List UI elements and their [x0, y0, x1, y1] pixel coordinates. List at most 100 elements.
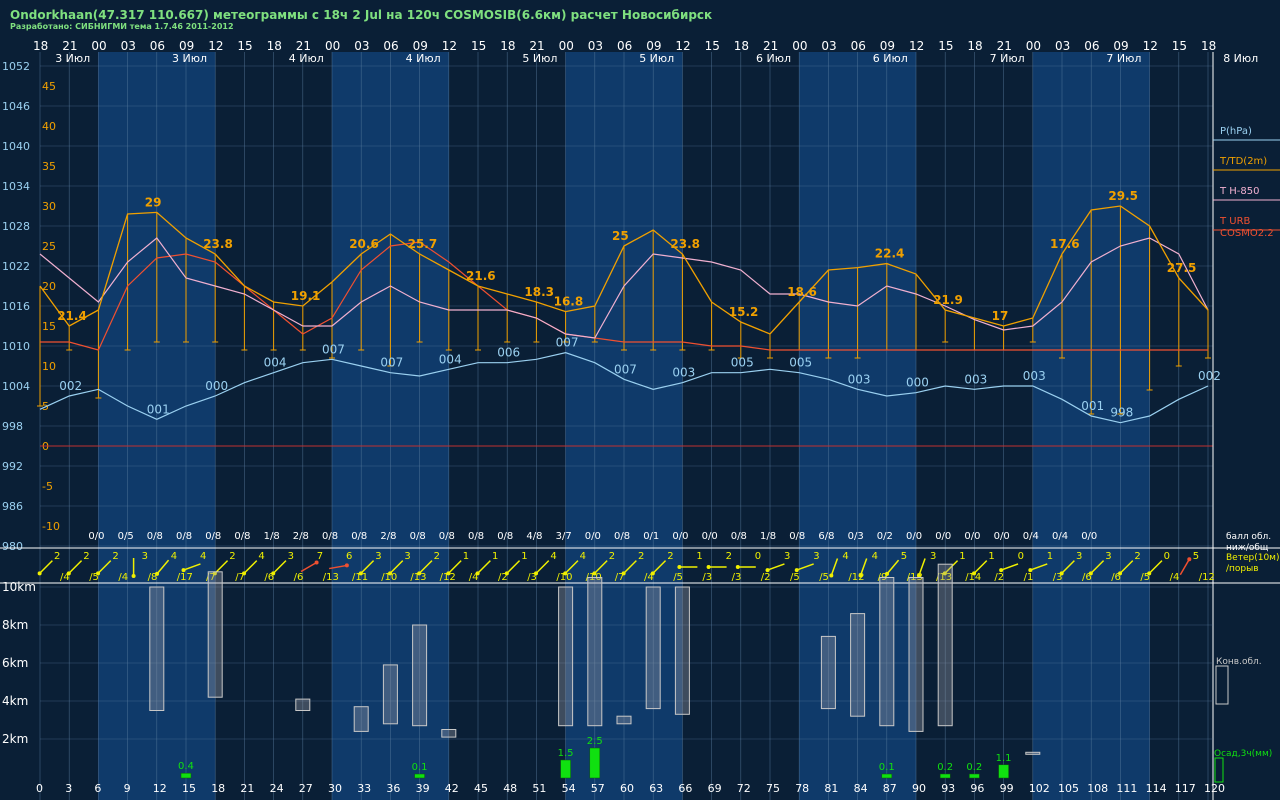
wind-speed-label: 3: [813, 551, 819, 562]
precip-bar: [414, 773, 425, 779]
precip-bar: [969, 773, 980, 779]
wind-arrow-head: [1118, 571, 1123, 576]
cloud-cover-label: 0/8: [234, 531, 250, 542]
precip-legend-swatch: [1214, 757, 1224, 783]
top-hour-label: 21: [529, 39, 544, 53]
legend-label: T URB: [1219, 216, 1251, 227]
pressure-tick-label: 1046: [2, 100, 30, 113]
pressure-tick-label: 1010: [2, 340, 30, 353]
wind-arrow-head: [706, 565, 711, 569]
wind-speed-label: 1: [988, 551, 994, 562]
top-hour-label: 00: [792, 39, 807, 53]
wind-speed-label: 2: [54, 551, 60, 562]
pressure-tick-label: 1040: [2, 140, 30, 153]
cloud-cover-label: 0/8: [497, 531, 513, 542]
convective-cloud-bar: [558, 586, 574, 727]
convective-cloud-bar: [937, 563, 953, 727]
wind-arrow-head: [475, 571, 480, 576]
temperature-data-label: 16.8: [554, 295, 584, 309]
wind-arrow-head: [271, 571, 276, 576]
pressure-tick-label: 1028: [2, 220, 30, 233]
day-label: 6 Июл: [756, 52, 791, 65]
precip-label-value: 0.2: [937, 762, 953, 773]
convective-cloud-bar: [674, 586, 690, 715]
pressure-data-label: 998: [1110, 406, 1133, 420]
top-hour-label: 18: [500, 39, 515, 53]
day-label: 6 Июл: [873, 52, 908, 65]
top-hour-label: 18: [734, 39, 749, 53]
day-label: 5 Июл: [522, 52, 557, 65]
wind-arrow-head: [1088, 571, 1093, 576]
cloud-cover-label: 0/8: [614, 531, 630, 542]
cloud-cover-label: 0/8: [147, 531, 163, 542]
wind-speed-label: 1: [696, 551, 702, 562]
bottom-hour-label: 27: [299, 782, 313, 795]
wind-speed-label: 2: [434, 551, 440, 562]
precip-bar: [998, 764, 1009, 779]
wind-gust-label: /3: [702, 572, 712, 583]
convective-cloud-bar: [149, 586, 165, 711]
pressure-data-label: 006: [497, 346, 520, 360]
convective-cloud-bar: [820, 635, 836, 710]
wind-gust-label: /4: [1170, 572, 1180, 583]
top-hour-label: 15: [471, 39, 486, 53]
bottom-hour-label: 96: [970, 782, 984, 795]
wind-arrow-head: [344, 563, 349, 568]
wind-speed-label: 4: [200, 551, 206, 562]
temp-tick-label: 30: [42, 200, 56, 213]
wind-arrow: [535, 560, 550, 574]
top-hour-label: 18: [967, 39, 982, 53]
convective-cloud-bar: [382, 664, 398, 725]
bottom-hour-label: 12: [153, 782, 167, 795]
top-hour-label: 15: [705, 39, 720, 53]
pressure-tick-label: 998: [2, 420, 23, 433]
temperature-data-label: 21.9: [933, 293, 963, 307]
top-hour-label: 00: [91, 39, 106, 53]
cloud-cover-label: 0/0: [964, 531, 980, 542]
temp-tick-label: 45: [42, 80, 56, 93]
pressure-data-label: 007: [614, 362, 637, 376]
temperature-data-label: 25: [612, 229, 629, 243]
temperature-data-label: 23.8: [203, 237, 233, 251]
wind-arrow-head: [504, 571, 509, 576]
conv-legend-swatch: [1215, 665, 1229, 705]
wind-arrow-head: [388, 571, 393, 576]
bottom-hour-label: 36: [386, 782, 400, 795]
wind-arrow-head: [592, 571, 597, 576]
top-hour-label: 06: [383, 39, 398, 53]
cloud-cover-label: 0/0: [585, 531, 601, 542]
pressure-tick-label: 986: [2, 500, 23, 513]
cloud-label: ниж/общ: [1226, 543, 1269, 553]
pressure-data-label: 007: [556, 336, 579, 350]
day-label: 7 Июл: [990, 52, 1025, 65]
pressure-tick-label: 1034: [2, 180, 30, 193]
temp-tick-label: 15: [42, 320, 56, 333]
cloud-cover-label: 0/1: [643, 531, 659, 542]
temp-tick-label: 40: [42, 120, 56, 133]
top-hour-label: 12: [208, 39, 223, 53]
convective-cloud-bar: [353, 706, 369, 732]
wind-speed-label: 3: [142, 551, 148, 562]
precip-bar: [939, 773, 951, 779]
wind-speed-label: 2: [83, 551, 89, 562]
bottom-hour-label: 54: [562, 782, 576, 795]
temperature-data-label: 18.1: [1225, 0, 1255, 3]
cloud-cover-label: 2/8: [380, 531, 396, 542]
pressure-tick-label: 1052: [2, 60, 30, 73]
top-hour-label: 03: [1055, 39, 1070, 53]
temp-tick-label: -10: [42, 520, 60, 533]
bottom-hour-label: 33: [357, 782, 371, 795]
wind-speed-label: 4: [171, 551, 177, 562]
pressure-tick-label: 980: [2, 540, 23, 553]
top-hour-label: 18: [1201, 39, 1216, 53]
bottom-hour-label: 84: [854, 782, 868, 795]
wind-gust-label: /13: [323, 572, 339, 583]
top-hour-label: 21: [296, 39, 311, 53]
bottom-hour-label: 39: [416, 782, 430, 795]
wind-gust-label: /5: [673, 572, 683, 583]
bottom-hour-label: 99: [1000, 782, 1014, 795]
bottom-hour-label: 3: [65, 782, 72, 795]
day-label: 4 Июл: [289, 52, 324, 65]
bottom-hour-label: 114: [1146, 782, 1167, 795]
temperature-data-label: 23.8: [670, 237, 700, 251]
